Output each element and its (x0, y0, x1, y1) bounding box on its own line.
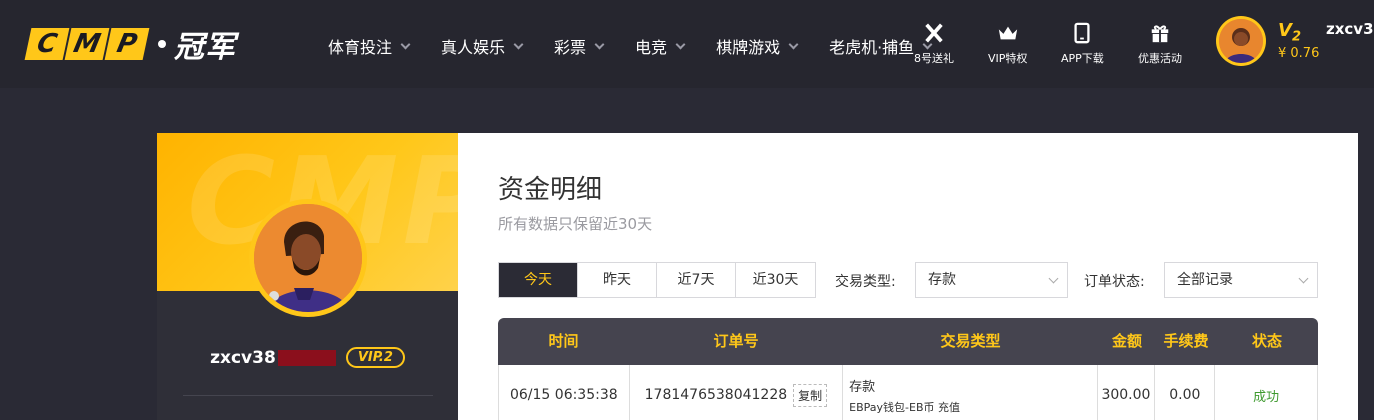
brand-logo[interactable]: CMP 冠军 (24, 26, 236, 65)
logo-cmp-mark: CMP (24, 28, 150, 60)
nav-item-live-casino[interactable]: 真人娱乐 (441, 34, 524, 58)
nav-item-cards[interactable]: 棋牌游戏 (716, 34, 799, 58)
profile-panel: CMP zxcv38 VIP.2 (157, 133, 458, 420)
header-username[interactable]: zxcv38 (1326, 20, 1374, 38)
header-avatar[interactable] (1216, 16, 1266, 66)
transactions-table: 时间 订单号 交易类型 金额 手续费 状态 06/15 06:35:38 178… (498, 318, 1318, 420)
chevron-down-icon (788, 39, 799, 49)
col-header-type: 交易类型 (940, 332, 1001, 350)
quick-app-download[interactable]: APP下载 (1061, 22, 1104, 66)
status-badge: 成功 (1253, 389, 1280, 405)
cell-type: 存款 EBPay钱包-EB币 充值 (843, 365, 1098, 420)
redaction-bar (277, 349, 336, 366)
main-nav: 体育投注 真人娱乐 彩票 电竞 棋牌游戏 老虎机·捕鱼 (328, 34, 963, 58)
cell-fee: 0.00 (1155, 365, 1216, 420)
chevron-down-icon (1048, 273, 1059, 284)
order-status-label: 订单状态: (1084, 274, 1145, 290)
cell-time: 06/15 06:35:38 (499, 365, 630, 420)
transaction-type-select[interactable]: 存款 (915, 262, 1068, 298)
cell-status: 成功 (1215, 365, 1317, 420)
profile-username: zxcv38 (210, 347, 276, 368)
cell-order-no: 1781476538041228 复制 (630, 365, 844, 420)
gift-icon (1151, 25, 1169, 43)
profile-vip-badge: VIP.2 (345, 347, 405, 368)
table-row: 06/15 06:35:38 1781476538041228 复制 存款 EB… (498, 365, 1318, 420)
profile-avatar[interactable] (249, 199, 367, 317)
page-title: 资金明细 (498, 175, 603, 205)
player-portrait (254, 204, 362, 312)
date-range-tabs: 今天 昨天 近7天 近30天 (498, 262, 816, 298)
nav-item-esports[interactable]: 电竞 (635, 34, 686, 58)
chevron-down-icon (594, 39, 605, 49)
chevron-down-icon (1298, 273, 1309, 284)
cell-amount: 300.00 (1098, 365, 1156, 420)
col-header-time: 时间 (548, 332, 579, 350)
tab-last-7-days[interactable]: 近7天 (657, 263, 736, 297)
page-subtitle: 所有数据只保留近30天 (498, 215, 653, 233)
player-portrait (1219, 19, 1263, 63)
crown-icon (998, 26, 1017, 40)
nav-item-sports[interactable]: 体育投注 (328, 34, 411, 58)
header-balance: ¥ 0.76 (1278, 46, 1320, 61)
tab-last-30-days[interactable]: 近30天 (736, 263, 815, 297)
quick-vip[interactable]: VIP特权 (988, 22, 1027, 66)
tab-today[interactable]: 今天 (499, 263, 578, 297)
fund-details-panel: 资金明细 所有数据只保留近30天 今天 昨天 近7天 近30天 交易类型: 存款… (458, 133, 1358, 420)
quick-promotions[interactable]: 优惠活动 (1138, 22, 1182, 66)
order-status-select[interactable]: 全部记录 (1164, 262, 1318, 298)
profile-divider (183, 395, 433, 396)
chevron-down-icon (675, 39, 686, 49)
top-header: CMP 冠军 体育投注 真人娱乐 彩票 电竞 棋牌游戏 老虎机·捕鱼 8号送礼 … (0, 0, 1374, 88)
table-header: 时间 订单号 交易类型 金额 手续费 状态 (498, 318, 1318, 365)
copy-button[interactable]: 复制 (793, 383, 828, 407)
profile-name-row: zxcv38 VIP.2 (157, 347, 458, 368)
col-header-fee: 手续费 (1163, 332, 1209, 350)
type-main: 存款 (849, 379, 876, 395)
gift-x-icon (925, 23, 943, 43)
quick-gift-8th[interactable]: 8号送礼 (914, 22, 954, 66)
chevron-down-icon (513, 39, 524, 49)
logo-dot (158, 40, 166, 48)
chevron-down-icon (400, 39, 411, 49)
tablet-icon (1074, 22, 1090, 44)
col-header-status: 状态 (1251, 332, 1282, 350)
nav-item-lottery[interactable]: 彩票 (554, 34, 605, 58)
transaction-type-label: 交易类型: (835, 274, 896, 290)
col-header-order-no: 订单号 (713, 332, 759, 350)
col-header-amount: 金额 (1111, 332, 1142, 350)
header-vip-level: V2 (1278, 20, 1301, 45)
order-number: 1781476538041228 (644, 387, 788, 403)
logo-text: 冠军 (174, 30, 236, 65)
type-detail: EBPay钱包-EB币 充值 (849, 400, 960, 414)
tab-yesterday[interactable]: 昨天 (578, 263, 657, 297)
